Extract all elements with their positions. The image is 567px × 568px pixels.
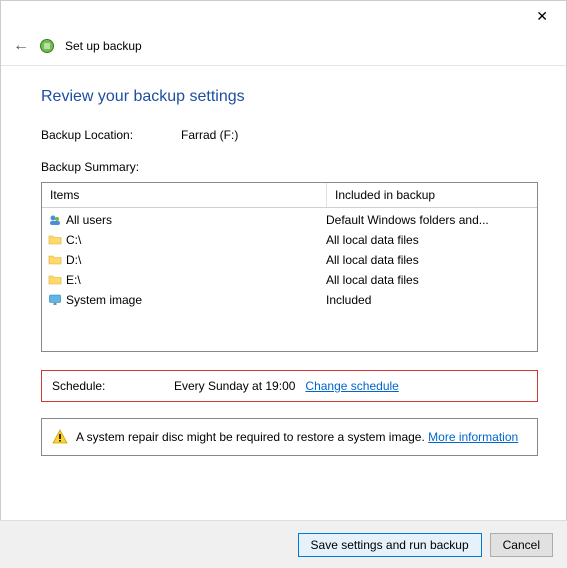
table-cell-included: All local data files [326, 253, 531, 267]
table-cell-item: E:\ [66, 273, 326, 287]
table-row[interactable]: All users Default Windows folders and... [42, 210, 537, 230]
save-settings-button[interactable]: Save settings and run backup [298, 533, 482, 557]
backup-shield-icon [39, 38, 55, 54]
backup-location-value: Farrad (F:) [181, 128, 238, 142]
folder-icon [48, 233, 66, 247]
folder-icon [48, 253, 66, 267]
back-arrow-icon[interactable]: ← [13, 37, 29, 55]
table-cell-included: Included [326, 293, 531, 307]
table-row[interactable]: E:\ All local data files [42, 270, 537, 290]
backup-summary-label: Backup Summary: [41, 160, 538, 174]
table-row[interactable]: System image Included [42, 290, 537, 310]
page-title: Review your backup settings [41, 88, 538, 106]
table-cell-item: System image [66, 293, 326, 307]
warning-box: A system repair disc might be required t… [41, 418, 538, 456]
schedule-section: Schedule: Every Sunday at 19:00 Change s… [41, 370, 538, 402]
table-cell-included: All local data files [326, 273, 531, 287]
close-icon[interactable]: ✕ [530, 7, 554, 25]
col-header-included[interactable]: Included in backup [327, 183, 537, 207]
warning-text: A system repair disc might be required t… [76, 430, 518, 444]
folder-icon [48, 273, 66, 287]
table-row[interactable]: C:\ All local data files [42, 230, 537, 250]
change-schedule-link[interactable]: Change schedule [305, 379, 398, 393]
cancel-button[interactable]: Cancel [490, 533, 553, 557]
table-cell-item: D:\ [66, 253, 326, 267]
window-title: Set up backup [65, 39, 142, 53]
table-row[interactable]: D:\ All local data files [42, 250, 537, 270]
more-information-link[interactable]: More information [428, 430, 518, 444]
table-cell-item: C:\ [66, 233, 326, 247]
backup-location-label: Backup Location: [41, 128, 181, 142]
table-cell-included: Default Windows folders and... [326, 213, 531, 227]
table-cell-item: All users [66, 213, 326, 227]
schedule-value: Every Sunday at 19:00 [174, 379, 295, 393]
schedule-label: Schedule: [52, 379, 174, 393]
monitor-icon [48, 293, 66, 307]
table-cell-included: All local data files [326, 233, 531, 247]
backup-summary-table: Items Included in backup All users Defau… [41, 182, 538, 352]
users-icon [48, 213, 66, 227]
col-header-items[interactable]: Items [42, 183, 327, 207]
warning-icon [52, 429, 68, 445]
